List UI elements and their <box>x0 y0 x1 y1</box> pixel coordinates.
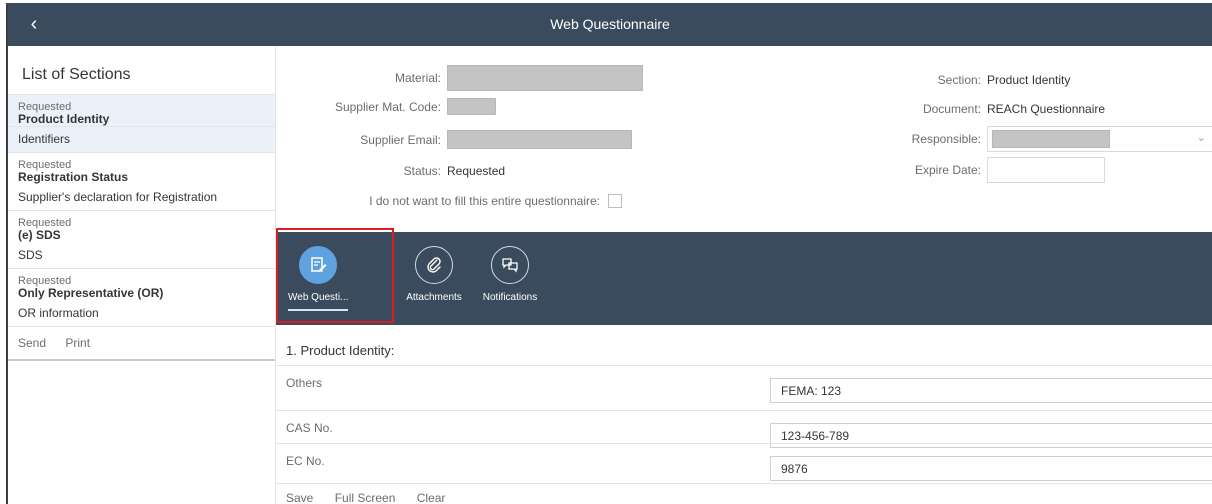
status-row: Status: Requested <box>276 164 505 178</box>
material-value-redacted <box>447 65 643 91</box>
tab-attachments[interactable]: Attachments <box>404 232 464 303</box>
section-name: Only Representative (OR) <box>18 286 164 300</box>
question-label: Others <box>286 376 323 390</box>
expire-date-row: Expire Date: <box>836 157 1105 183</box>
section-name: (e) SDS <box>18 228 61 242</box>
document-value: REACh Questionnaire <box>987 102 1106 116</box>
section-subitem-declaration[interactable]: Supplier's declaration for Registration <box>8 184 275 210</box>
tab-notifications[interactable]: Notifications <box>480 232 540 303</box>
ec-no-input[interactable]: 9876 <box>770 456 1212 481</box>
tab-label: Web Questi... <box>288 292 349 303</box>
optout-label: I do not want to fill this entire questi… <box>369 194 600 208</box>
section-item-product-identity[interactable]: Requested Product Identity Identifiers <box>8 95 275 153</box>
section-list-title: List of Sections <box>8 46 275 95</box>
material-label: Material: <box>394 71 441 85</box>
question-label: EC No. <box>286 454 325 468</box>
expire-date-label: Expire Date: <box>914 163 981 177</box>
tab-label: Attachments <box>406 292 462 303</box>
section-name: Registration Status <box>18 170 129 184</box>
document-label: Document: <box>922 102 981 116</box>
supplier-email-label: Supplier Email: <box>360 132 441 147</box>
responsible-row: Responsible: ⌄ <box>836 126 1212 152</box>
tab-web-questionnaire[interactable]: Web Questi... <box>288 232 348 311</box>
app-title: Web Questionnaire <box>550 16 670 32</box>
optout-checkbox[interactable] <box>608 194 622 208</box>
section-value: Product Identity <box>987 73 1071 87</box>
save-button[interactable]: Save <box>286 491 313 504</box>
tab-selected-indicator <box>288 309 348 311</box>
questionnaire-content: 1. Product Identity: Others FEMA: 123 CA… <box>276 325 1212 504</box>
document-row: Document: REACh Questionnaire <box>836 102 1105 116</box>
section-item-only-representative[interactable]: Requested Only Representative (OR) OR in… <box>8 269 275 327</box>
questionnaire-header: Material: Supplier Mat. Code: Supplier E… <box>276 46 1212 232</box>
questionnaire-footer: Save Full Screen Clear <box>276 483 1212 504</box>
questionnaire-section-title: 1. Product Identity: <box>286 343 395 358</box>
full-screen-button[interactable]: Full Screen <box>335 491 396 504</box>
expire-date-input[interactable] <box>987 157 1105 183</box>
shell-bar: ‹ Web Questionnaire <box>8 3 1212 46</box>
status-label: Status: <box>403 164 441 178</box>
supplier-mat-code-value-redacted <box>447 98 496 115</box>
section-subitem-identifiers[interactable]: Identifiers <box>8 126 275 152</box>
question-row-ec-no: EC No. 9876 <box>276 443 1212 481</box>
chat-bubbles-icon <box>491 246 529 284</box>
chevron-down-icon: ⌄ <box>1196 132 1206 144</box>
material-row: Material: <box>276 65 643 91</box>
question-label: CAS No. <box>286 421 333 435</box>
section-item-sds[interactable]: Requested (e) SDS SDS <box>8 211 275 269</box>
responsible-label: Responsible: <box>911 132 981 146</box>
tab-label: Notifications <box>482 292 538 303</box>
supplier-mat-code-label: Supplier Mat. Code: <box>334 99 441 114</box>
section-item-registration-status[interactable]: Requested Registration Status Supplier's… <box>8 153 275 211</box>
clear-button[interactable]: Clear <box>417 491 446 504</box>
question-row-cas-no: CAS No. 123-456-789 <box>276 410 1212 448</box>
section-row: Section: Product Identity <box>836 73 1071 87</box>
supplier-mat-code-row: Supplier Mat. Code: <box>276 98 496 115</box>
app-frame: ‹ Web Questionnaire List of Sections Req… <box>6 3 1212 504</box>
icon-tab-bar: Web Questi... Attachments Notifications <box>276 232 1212 325</box>
section-list-panel: List of Sections Requested Product Ident… <box>8 46 276 504</box>
send-button[interactable]: Send <box>18 336 46 350</box>
status-value: Requested <box>447 164 506 178</box>
section-list-footer: Send Print <box>8 327 275 361</box>
responsible-value-redacted <box>992 130 1110 148</box>
responsible-select[interactable]: ⌄ <box>987 126 1212 152</box>
section-label: Section: <box>937 73 981 87</box>
print-button[interactable]: Print <box>65 336 90 350</box>
others-input[interactable]: FEMA: 123 <box>770 378 1212 403</box>
optout-row: I do not want to fill this entire questi… <box>276 194 622 208</box>
section-subitem-sds[interactable]: SDS <box>8 242 275 268</box>
section-name: Product Identity <box>18 112 110 126</box>
question-row-others: Others FEMA: 123 <box>276 365 1212 403</box>
section-subitem-or-information[interactable]: OR information <box>8 300 275 326</box>
edit-form-icon <box>299 246 337 284</box>
supplier-email-row: Supplier Email: <box>276 130 632 149</box>
supplier-email-value-redacted <box>447 130 632 149</box>
paperclip-icon <box>415 246 453 284</box>
